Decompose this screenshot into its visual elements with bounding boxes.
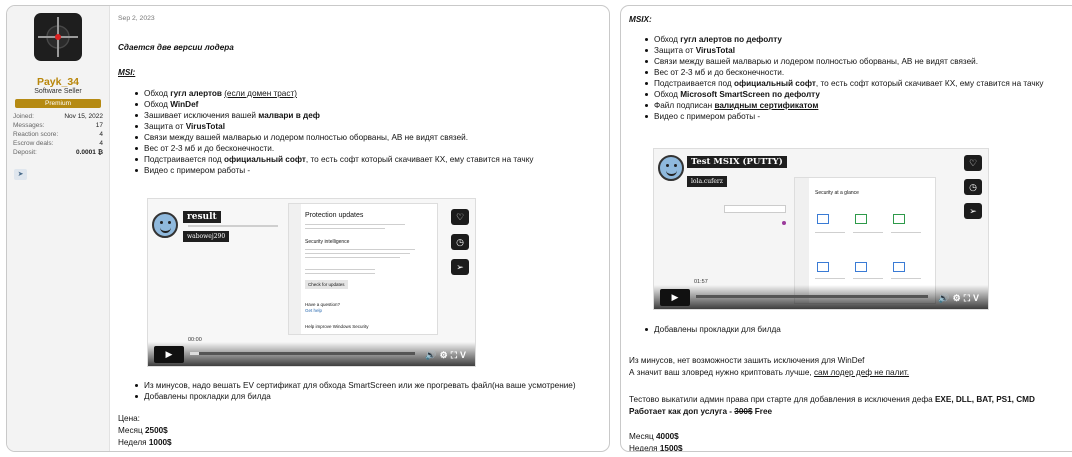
msi-feature-list: Обход гугл алертов (если домен траст) Об… xyxy=(135,88,533,176)
msi-heading: MSI: xyxy=(118,68,136,77)
msix-after-list: Добавлены прокладки для билда xyxy=(645,324,781,335)
list-item: Вес от 2-3 мб и до бесконечности. xyxy=(645,67,1043,78)
list-item: Файл подписан валидным сертификатом xyxy=(645,100,1043,111)
stat-reaction: Reaction score: 4 xyxy=(13,131,103,138)
video-subtitle: lola.cuferz xyxy=(687,176,727,187)
user-sidebar: Payk_34 Software Seller Premium Joined: N… xyxy=(7,6,110,451)
clock-icon[interactable]: ◷ xyxy=(451,234,469,250)
week-price: Неделя 1000$ xyxy=(118,438,172,447)
msix-feature-list: Обход гугл алертов по дефолту Защита от … xyxy=(645,34,1043,122)
heart-icon[interactable]: ♡ xyxy=(964,155,982,171)
post-card-left: Payk_34 Software Seller Premium Joined: N… xyxy=(6,5,610,452)
msi-video-player[interactable]: Protection updates Security intelligence… xyxy=(147,198,476,367)
user-title: Software Seller xyxy=(34,88,82,95)
month-price: Месяц 2500$ xyxy=(118,426,168,435)
play-button[interactable]: ▶ xyxy=(660,289,690,306)
post-card-right: MSIX: Обход гугл алертов по дефолту Защи… xyxy=(620,5,1072,452)
avatar[interactable] xyxy=(34,13,82,61)
user-stats: Joined: Nov 15, 2022 Messages: 17 Reaction… xyxy=(13,112,103,157)
windows-security-window: Protection updates Security intelligence… xyxy=(288,203,438,335)
msix-heading: MSIX: xyxy=(629,15,652,24)
clock-icon[interactable]: ◷ xyxy=(964,179,982,195)
send-icon[interactable]: ➢ xyxy=(451,259,469,275)
list-item: Подстраивается под официальный софт, то … xyxy=(135,154,533,165)
msix-test-line1: Тестово выкатили админ права при старте … xyxy=(629,395,1035,404)
stat-escrow: Escrow deals: 4 xyxy=(13,140,103,147)
video-controls[interactable]: 🔊⚙⛶V xyxy=(938,293,982,304)
list-item: Добавлены прокладки для билда xyxy=(645,324,781,335)
msix-minus-line1: Из минусов, нет возможности зашить исклю… xyxy=(629,356,865,365)
telegram-icon[interactable]: ➤ xyxy=(14,169,27,180)
list-item: Видео с примером работы - xyxy=(135,165,533,176)
msix-test-line2: Работает как доп услуга - 300$ Free xyxy=(629,407,773,416)
list-item: Вес от 2-3 мб и до бесконечности. xyxy=(135,143,533,154)
stat-messages: Messages: 17 xyxy=(13,122,103,129)
video-subtitle: wabowej290 xyxy=(183,231,230,242)
loader-note-link[interactable]: сам лодер деф не палит. xyxy=(814,368,909,377)
price-label: Цена: xyxy=(118,414,140,423)
list-item: Связи между вашей малварью и лодером пол… xyxy=(645,56,1043,67)
list-item: Связи между вашей малварью и лодером пол… xyxy=(135,132,533,143)
list-item: Добавлены прокладки для билда xyxy=(135,391,576,402)
video-progress-bar[interactable] xyxy=(696,295,928,298)
list-item: Обход гугл алертов по дефолту xyxy=(645,34,1043,45)
stat-joined: Joined: Nov 15, 2022 xyxy=(13,113,103,120)
heart-icon[interactable]: ♡ xyxy=(451,209,469,225)
list-item: Защита от VirusTotal xyxy=(645,45,1043,56)
msix-minus-line2: А значит ваш зловред нужно криптовать лу… xyxy=(629,368,910,377)
week-price: Неделя 1500$ xyxy=(629,444,683,452)
month-price: Месяц 4000$ xyxy=(629,432,679,441)
avatar-face-icon xyxy=(152,212,178,238)
video-controls[interactable]: 🔊⚙⛶V xyxy=(425,350,469,361)
play-button[interactable]: ▶ xyxy=(154,346,184,363)
avatar-face-icon xyxy=(658,155,684,181)
msix-video-player[interactable]: Security at a glance Test MSIX (PUTTY) l… xyxy=(653,148,989,310)
list-item: Обход WinDef xyxy=(135,99,533,110)
post-date[interactable]: Sep 2, 2023 xyxy=(118,14,155,24)
list-item: Видео с примером работы - xyxy=(645,111,1043,122)
list-item: Подстраивается под официальный софт, то … xyxy=(645,78,1043,89)
send-icon[interactable]: ➢ xyxy=(964,203,982,219)
username-link[interactable]: Payk_34 xyxy=(7,76,109,88)
list-item: Обход гугл алертов (если домен траст) xyxy=(135,88,533,99)
trust-domain-link[interactable]: (если домен траст) xyxy=(224,89,297,98)
msi-after-list: Из минусов, надо вешать EV сертификат дл… xyxy=(135,380,576,402)
list-item: Зашивает исключения вашей малвари в деф xyxy=(135,110,533,121)
list-item: Защита от VirusTotal xyxy=(135,121,533,132)
video-title: Test MSIX (PUTTY) xyxy=(687,156,787,168)
stat-deposit: Deposit: 0.0001 ₿ xyxy=(13,149,103,156)
premium-badge: Premium xyxy=(15,99,101,108)
list-item: Из минусов, надо вешать EV сертификат дл… xyxy=(135,380,576,391)
check-updates-button[interactable]: Check for updates xyxy=(305,280,348,289)
video-title: result xyxy=(183,211,221,223)
post-intro: Сдается две версии лодера xyxy=(118,43,234,52)
video-progress-bar[interactable] xyxy=(190,352,415,355)
valid-cert-link[interactable]: валидным сертификатом xyxy=(714,101,818,110)
post-content: Sep 2, 2023 Сдается две версии лодера MS… xyxy=(118,6,609,451)
list-item: Обход Microsoft SmartScreen по дефолту xyxy=(645,89,1043,100)
